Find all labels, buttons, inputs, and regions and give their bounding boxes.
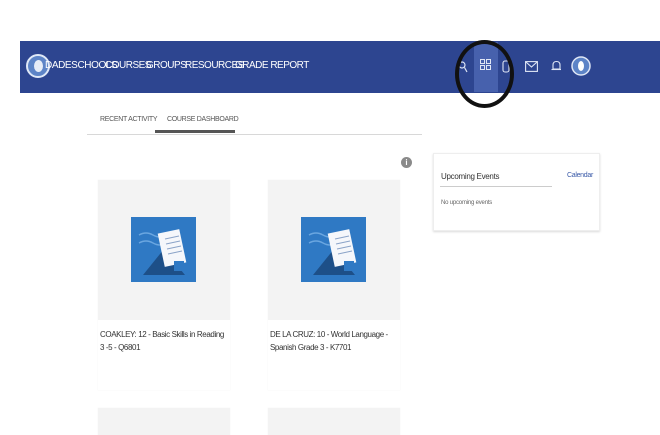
upcoming-events-panel: Upcoming Events Calendar No upcoming eve… [433,153,600,231]
nav-item-grade-report[interactable]: GRADE REPORT [235,60,309,71]
nav-item-groups[interactable]: GROUPS [146,60,187,71]
course-card[interactable]: DE LA CRUZ: 10 - World Language - Spanis… [268,180,400,390]
calendar-link[interactable]: Calendar [567,172,593,179]
course-card-partial[interactable] [268,408,400,435]
info-icon[interactable]: i [401,157,412,168]
course-art-icon [301,217,366,282]
course-title[interactable]: DE LA CRUZ: 10 - World Language - Spanis… [270,328,395,354]
course-art-icon [131,217,196,282]
events-divider [440,186,552,187]
avatar[interactable] [571,56,591,76]
course-title[interactable]: COAKLEY: 12 - Basic Skills in Reading 3 … [100,328,225,354]
top-navigation-bar: DADESCHOOLS COURSES GROUPS RESOURCES GRA… [20,41,660,93]
events-title: Upcoming Events [441,172,500,181]
course-card[interactable]: COAKLEY: 12 - Basic Skills in Reading 3 … [98,180,230,390]
bell-icon[interactable] [550,60,562,73]
mail-icon[interactable] [525,61,538,72]
course-image [268,180,400,320]
active-tab-indicator [155,130,235,133]
nav-item-courses[interactable]: COURSES [105,60,151,71]
events-empty-text: No upcoming events [441,200,493,206]
tab-recent-activity[interactable]: RECENT ACTIVITY [100,116,158,123]
dashboard-tabs: RECENT ACTIVITY COURSE DASHBOARD [87,108,422,135]
tab-course-dashboard[interactable]: COURSE DASHBOARD [167,116,239,123]
course-image [98,180,230,320]
highlight-circle [455,40,514,108]
course-card-partial[interactable] [98,408,230,435]
